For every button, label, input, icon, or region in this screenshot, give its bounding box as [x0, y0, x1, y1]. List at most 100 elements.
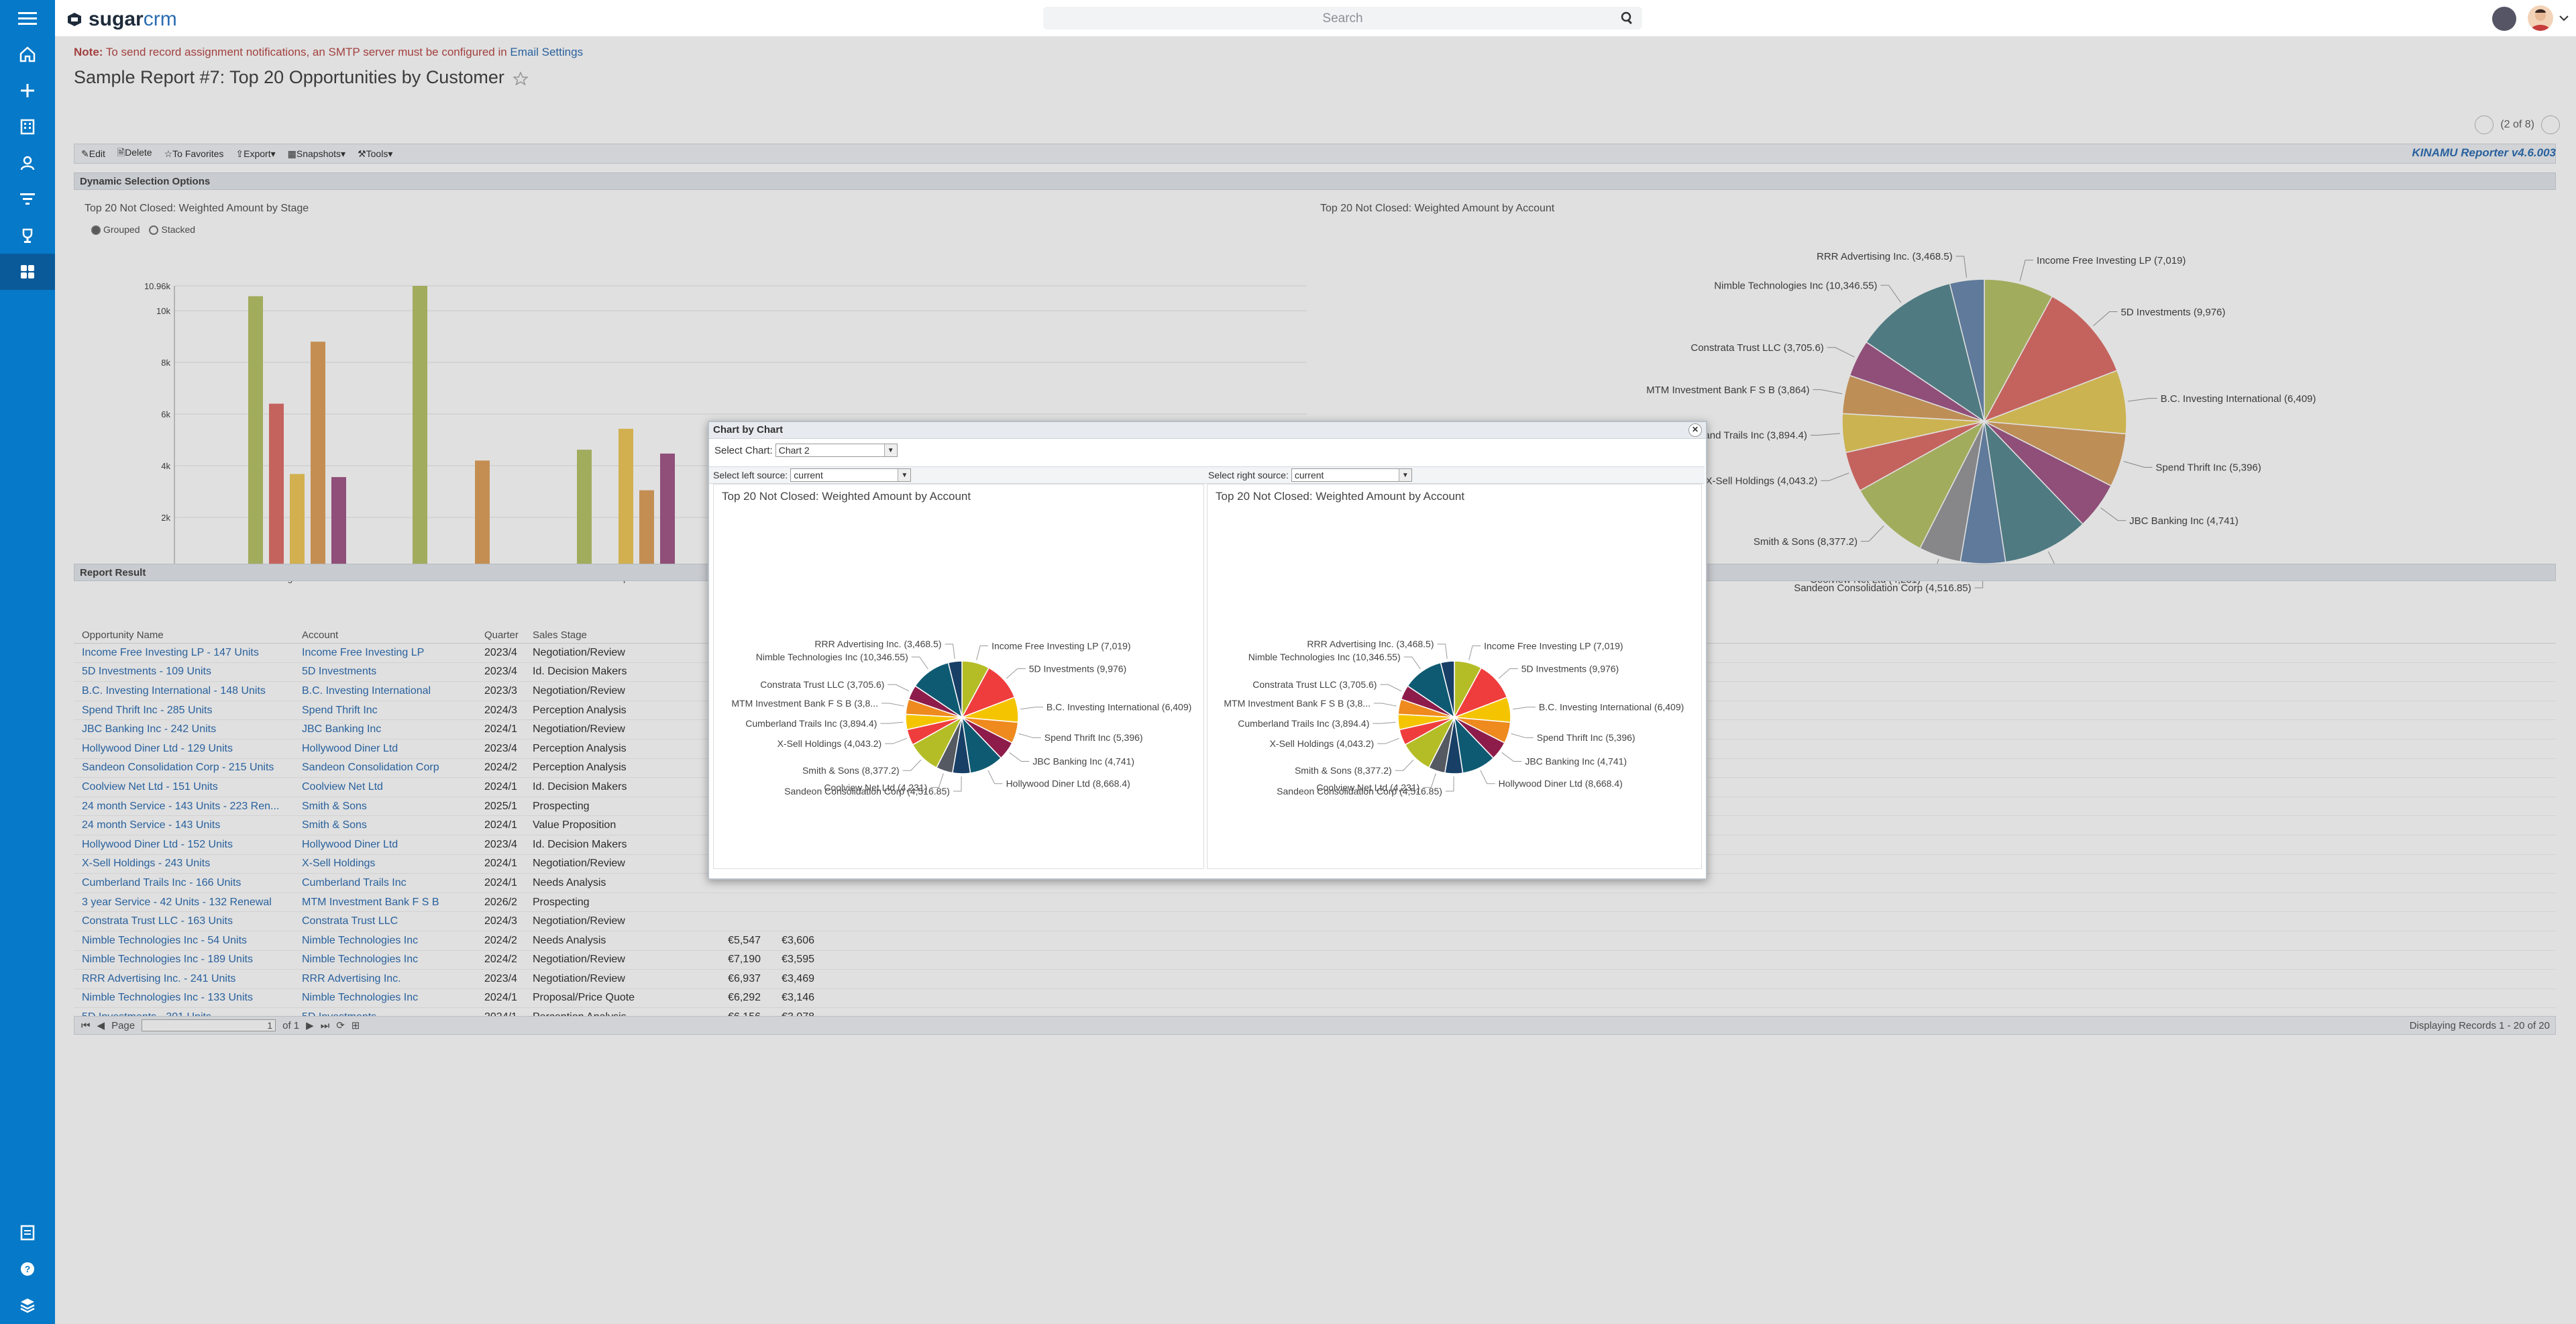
- user-icon[interactable]: [0, 145, 55, 181]
- account-cell[interactable]: Hollywood Diner Ltd: [302, 839, 484, 851]
- email-settings-link[interactable]: Email Settings: [510, 46, 583, 58]
- opportunity-cell[interactable]: X-Sell Holdings - 243 Units: [74, 858, 302, 870]
- account-cell[interactable]: B.C. Investing International: [302, 685, 484, 697]
- favorite-star-icon[interactable]: [513, 70, 529, 86]
- right-source-dropdown[interactable]: current ▼: [1291, 468, 1412, 482]
- building-icon[interactable]: [0, 109, 55, 145]
- export-button[interactable]: ⇪Export▾: [235, 148, 275, 160]
- opportunity-cell[interactable]: Hollywood Diner Ltd - 129 Units: [74, 743, 302, 755]
- sugarcrm-logo[interactable]: sugarcrm: [66, 8, 177, 31]
- account-cell[interactable]: MTM Investment Bank F S B: [302, 897, 484, 909]
- opportunity-cell[interactable]: 24 month Service - 143 Units - 223 Ren..…: [74, 801, 302, 813]
- left-source-dropdown[interactable]: current ▼: [790, 468, 912, 482]
- next-report-button[interactable]: [2541, 115, 2560, 134]
- account-cell[interactable]: Nimble Technologies Inc: [302, 954, 484, 966]
- opportunity-cell[interactable]: 24 month Service - 143 Units: [74, 819, 302, 831]
- opportunity-cell[interactable]: Spend Thrift Inc - 285 Units: [74, 705, 302, 717]
- global-search[interactable]: Search: [1043, 7, 1642, 30]
- opportunity-cell[interactable]: JBC Banking Inc - 242 Units: [74, 723, 302, 735]
- bar[interactable]: [639, 490, 654, 569]
- bar[interactable]: [290, 474, 305, 569]
- notifications-icon[interactable]: [2492, 7, 2516, 31]
- last-page-icon[interactable]: ⏭: [321, 1020, 330, 1031]
- plus-icon[interactable]: [0, 72, 55, 109]
- account-cell[interactable]: Coolview Net Ltd: [302, 781, 484, 793]
- select-chart-dropdown[interactable]: Chart 2 ▼: [775, 444, 898, 457]
- opportunity-cell[interactable]: Constrata Trust LLC - 163 Units: [74, 915, 302, 927]
- user-avatar[interactable]: [2528, 5, 2553, 31]
- bar[interactable]: [577, 450, 592, 569]
- prev-page-icon[interactable]: ◀: [97, 1019, 105, 1031]
- opportunity-cell[interactable]: 3 year Service - 42 Units - 132 Renewal: [74, 897, 302, 909]
- opportunity-cell[interactable]: 5D Investments - 109 Units: [74, 666, 302, 678]
- next-page-icon[interactable]: ▶: [306, 1019, 314, 1031]
- bar[interactable]: [475, 460, 490, 569]
- account-cell[interactable]: JBC Banking Inc: [302, 723, 484, 735]
- table-row[interactable]: Nimble Technologies Inc - 189 Units Nimbl…: [74, 951, 2556, 970]
- account-cell[interactable]: 5D Investments: [302, 666, 484, 678]
- opportunity-cell[interactable]: Income Free Investing LP - 147 Units: [74, 647, 302, 659]
- document-icon[interactable]: [0, 1216, 55, 1250]
- table-row[interactable]: Nimble Technologies Inc - 54 Units Nimble…: [74, 931, 2556, 951]
- trophy-icon[interactable]: [0, 217, 55, 254]
- bar[interactable]: [311, 342, 325, 569]
- close-icon[interactable]: ✕: [1688, 423, 1702, 437]
- opportunity-cell[interactable]: Hollywood Diner Ltd - 152 Units: [74, 839, 302, 851]
- layers-icon[interactable]: [0, 1288, 55, 1322]
- snapshots-button[interactable]: ▦Snapshots▾: [288, 148, 345, 160]
- opportunity-cell[interactable]: Nimble Technologies Inc - 133 Units: [74, 992, 302, 1004]
- bar[interactable]: [660, 453, 675, 569]
- account-cell[interactable]: Nimble Technologies Inc: [302, 992, 484, 1004]
- bar[interactable]: [331, 476, 346, 569]
- table-row[interactable]: RRR Advertising Inc. - 241 Units RRR Adve…: [74, 970, 2556, 989]
- delete-button[interactable]: 🗎Delete: [117, 146, 152, 162]
- bar[interactable]: [619, 428, 633, 569]
- first-page-icon[interactable]: ⏮: [81, 1020, 91, 1031]
- stacked-option[interactable]: Stacked: [149, 224, 195, 236]
- opportunity-cell[interactable]: Sandeon Consolidation Corp - 215 Units: [74, 762, 302, 774]
- account-cell[interactable]: Spend Thrift Inc: [302, 705, 484, 717]
- bar[interactable]: [413, 286, 427, 569]
- opportunity-cell[interactable]: Cumberland Trails Inc - 166 Units: [74, 877, 302, 889]
- col-opportunity[interactable]: Opportunity Name: [74, 629, 302, 641]
- account-cell[interactable]: Smith & Sons: [302, 819, 484, 831]
- tools-button[interactable]: ⚒Tools▾: [358, 148, 392, 160]
- favorites-button[interactable]: ☆To Favorites: [164, 148, 224, 160]
- chevron-down-icon[interactable]: [2559, 15, 2569, 21]
- export-grid-icon[interactable]: ⊞: [352, 1019, 360, 1031]
- reports-icon[interactable]: [0, 254, 55, 290]
- account-cell[interactable]: Constrata Trust LLC: [302, 915, 484, 927]
- opportunity-cell[interactable]: Nimble Technologies Inc - 54 Units: [74, 935, 302, 947]
- grouped-option[interactable]: Grouped: [91, 224, 140, 236]
- grouped-radio[interactable]: [91, 225, 101, 236]
- account-cell[interactable]: Cumberland Trails Inc: [302, 877, 484, 889]
- account-cell[interactable]: Nimble Technologies Inc: [302, 935, 484, 947]
- table-row[interactable]: Nimble Technologies Inc - 133 Units Nimbl…: [74, 989, 2556, 1009]
- col-account[interactable]: Account: [302, 629, 484, 641]
- opportunity-cell[interactable]: Nimble Technologies Inc - 189 Units: [74, 954, 302, 966]
- search-icon[interactable]: [1621, 11, 1634, 25]
- home-icon[interactable]: [0, 36, 55, 72]
- account-cell[interactable]: Smith & Sons: [302, 801, 484, 813]
- account-cell[interactable]: X-Sell Holdings: [302, 858, 484, 870]
- account-cell[interactable]: Hollywood Diner Ltd: [302, 743, 484, 755]
- table-row[interactable]: 3 year Service - 42 Units - 132 Renewal M…: [74, 893, 2556, 913]
- filter-icon[interactable]: [0, 181, 55, 217]
- refresh-icon[interactable]: ⟳: [336, 1019, 345, 1031]
- account-cell[interactable]: Sandeon Consolidation Corp: [302, 762, 484, 774]
- help-icon[interactable]: ?: [0, 1252, 55, 1286]
- col-quarter[interactable]: Quarter: [484, 629, 533, 641]
- page-input[interactable]: 1: [142, 1019, 276, 1031]
- col-sales-stage[interactable]: Sales Stage: [533, 629, 707, 641]
- prev-report-button[interactable]: [2475, 115, 2494, 134]
- bar[interactable]: [269, 403, 284, 569]
- table-row[interactable]: Constrata Trust LLC - 163 Units Constrata…: [74, 912, 2556, 931]
- opportunity-cell[interactable]: B.C. Investing International - 148 Units: [74, 685, 302, 697]
- dynamic-options-header[interactable]: Dynamic Selection Options: [74, 172, 2556, 190]
- edit-button[interactable]: ✎Edit: [81, 148, 105, 160]
- menu-icon[interactable]: [0, 0, 55, 36]
- bar[interactable]: [248, 296, 263, 569]
- account-cell[interactable]: Income Free Investing LP: [302, 647, 484, 659]
- account-cell[interactable]: RRR Advertising Inc.: [302, 973, 484, 985]
- stacked-radio[interactable]: [149, 225, 159, 236]
